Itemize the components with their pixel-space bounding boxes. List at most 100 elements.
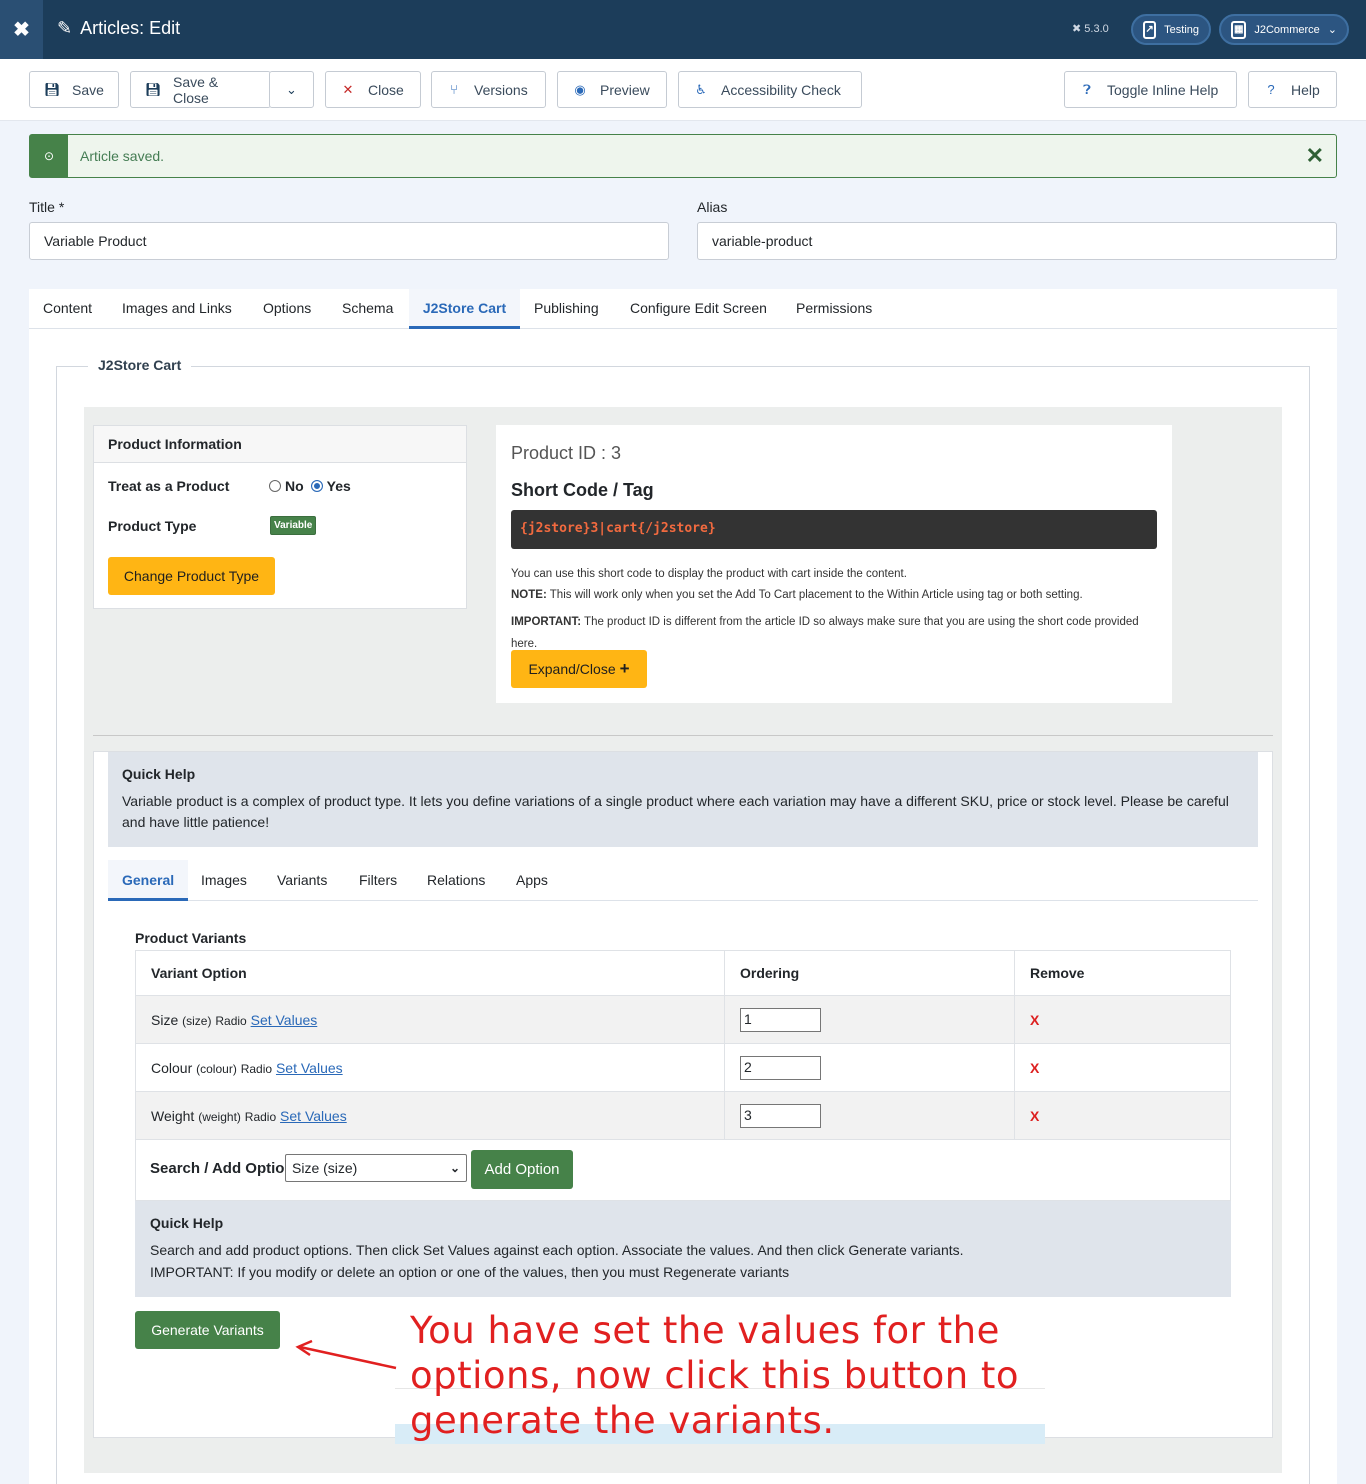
- variant-option-cell: Weight (weight) Radio Set Values: [135, 1091, 725, 1140]
- subtab-variants[interactable]: Variants: [277, 860, 327, 901]
- tab-permissions[interactable]: Permissions: [796, 289, 872, 329]
- variant-option-cell: Colour (colour) Radio Set Values: [135, 1043, 725, 1092]
- save-button[interactable]: 💾︎ Save: [29, 71, 119, 108]
- versions-button[interactable]: ⑂ Versions: [431, 71, 546, 108]
- chevron-down-icon: ⌄: [449, 1161, 460, 1175]
- ordering-input[interactable]: 2: [740, 1055, 821, 1080]
- chevron-down-icon: ⌄: [286, 81, 297, 97]
- subtab-general[interactable]: General: [108, 860, 189, 901]
- remove-option-button[interactable]: X: [1030, 1108, 1039, 1124]
- remove-cell: X: [1014, 995, 1231, 1044]
- toggle-help-label: Toggle Inline Help: [1107, 81, 1219, 98]
- top-header: ✖ ✎ Articles: Edit ✖ 5.3.0 ↗ Testing ▦ J…: [0, 0, 1366, 59]
- treat-as-product-radio-group: No Yes: [269, 478, 351, 494]
- option-type: Radio: [215, 1013, 247, 1028]
- success-alert: ⊙ Article saved. ✕: [29, 134, 1337, 178]
- option-code: (colour): [196, 1061, 237, 1076]
- subtab-apps[interactable]: Apps: [516, 860, 548, 901]
- treat-as-product-label: Treat as a Product: [108, 478, 230, 494]
- remove-cell: X: [1014, 1091, 1231, 1140]
- close-button[interactable]: ✕ Close: [325, 71, 421, 108]
- ordering-cell: 2: [724, 1043, 1015, 1092]
- product-information-heading: Product Information: [94, 426, 466, 463]
- option-select[interactable]: Size (size) ⌄: [285, 1154, 467, 1182]
- set-values-link[interactable]: Set Values: [276, 1060, 343, 1076]
- set-values-link[interactable]: Set Values: [251, 1012, 318, 1028]
- option-code: (size): [182, 1013, 212, 1028]
- set-values-link[interactable]: Set Values: [280, 1108, 347, 1124]
- expand-close-label: Expand/Close: [528, 661, 616, 677]
- quick-help-line-1: Search and add product options. Then cli…: [150, 1242, 964, 1258]
- subtab-images[interactable]: Images: [201, 860, 247, 901]
- product-type-badge: Variable: [270, 516, 317, 535]
- quick-help-title: Quick Help: [122, 766, 196, 782]
- accessibility-check-button[interactable]: ♿︎ Accessibility Check: [678, 71, 862, 108]
- quick-help-variants-box: Quick Help Search and add product option…: [135, 1201, 1231, 1297]
- subtab-relations[interactable]: Relations: [427, 860, 485, 901]
- note-label: NOTE:: [511, 589, 547, 601]
- alert-message: Article saved.: [80, 148, 165, 164]
- remove-cell: X: [1014, 1043, 1231, 1092]
- user-menu-button[interactable]: ▦ J2Commerce ⌄: [1219, 14, 1349, 45]
- variant-option-cell: Size (size) Radio Set Values: [135, 995, 725, 1044]
- shortcode-important: IMPORTANT: The product ID is different f…: [511, 611, 1151, 655]
- remove-option-button[interactable]: X: [1030, 1060, 1039, 1076]
- close-icon: ✕: [342, 81, 354, 97]
- title-label: Title *: [29, 199, 65, 215]
- radio-no-label: No: [285, 478, 304, 494]
- remove-option-button[interactable]: X: [1030, 1012, 1039, 1028]
- joomla-logo-icon[interactable]: ✖: [0, 0, 43, 59]
- fieldset-legend: J2Store Cart: [88, 357, 192, 373]
- tab-options[interactable]: Options: [263, 289, 311, 329]
- page-title: ✎ Articles: Edit: [57, 18, 180, 39]
- shortcode-heading: Short Code / Tag: [511, 480, 654, 500]
- save-label: Save: [72, 81, 104, 98]
- tab-images-links[interactable]: Images and Links: [122, 289, 232, 329]
- question-circle-icon: ❓︎: [1083, 81, 1091, 97]
- variants-table: Variant Option Ordering Remove Size (siz…: [135, 950, 1231, 1140]
- radio-yes[interactable]: [310, 480, 323, 492]
- title-input[interactable]: Variable Product: [29, 222, 669, 260]
- save-close-label: Save & Close: [173, 73, 219, 106]
- accessibility-icon: ♿︎: [695, 81, 707, 97]
- preview-label: Preview: [600, 81, 650, 98]
- radio-no[interactable]: [269, 480, 281, 492]
- version-label: ✖ 5.3.0: [1072, 23, 1109, 35]
- radio-yes-label: Yes: [326, 478, 351, 494]
- help-button[interactable]: ? Help: [1248, 71, 1337, 108]
- alert-close-icon[interactable]: ✕: [1306, 143, 1324, 169]
- preview-button[interactable]: ◉ Preview: [557, 71, 667, 108]
- save-icon: 💾︎: [44, 81, 61, 97]
- ordering-input[interactable]: 1: [740, 1007, 821, 1032]
- testing-site-button[interactable]: ↗ Testing: [1131, 14, 1211, 45]
- add-option-button[interactable]: Add Option: [471, 1150, 573, 1189]
- version-text: 5.3.0: [1084, 23, 1109, 35]
- testing-label: Testing: [1164, 23, 1199, 36]
- save-dropdown-toggle[interactable]: ⌄: [269, 71, 314, 108]
- question-icon: ?: [1267, 82, 1275, 97]
- alias-input[interactable]: variable-product: [697, 222, 1337, 260]
- subtab-filters[interactable]: Filters: [359, 860, 397, 901]
- quick-help-line-2: IMPORTANT: If you modify or delete an op…: [150, 1264, 790, 1280]
- shortcode-code[interactable]: {j2store}3|cart{/j2store}: [511, 510, 1157, 549]
- quick-help-text: Variable product is a complex of product…: [122, 793, 1229, 830]
- option-name: Weight: [151, 1107, 195, 1124]
- tab-content[interactable]: Content: [43, 289, 92, 329]
- tab-schema[interactable]: Schema: [342, 289, 393, 329]
- change-product-type-button[interactable]: Change Product Type: [108, 557, 275, 595]
- alias-label: Alias: [697, 199, 728, 215]
- tab-configure-edit-screen[interactable]: Configure Edit Screen: [630, 289, 767, 329]
- table-row: Weight (weight) Radio Set Values 3 X: [135, 1091, 1231, 1140]
- save-close-button[interactable]: 💾︎ Save & Close: [130, 71, 271, 108]
- note-text: This will work only when you set the Add…: [546, 589, 1083, 601]
- user-name: J2Commerce: [1254, 23, 1320, 36]
- toggle-inline-help-button[interactable]: ❓︎ Toggle Inline Help: [1064, 71, 1237, 108]
- quick-help-variants-title: Quick Help: [150, 1215, 224, 1231]
- tab-publishing[interactable]: Publishing: [534, 289, 599, 329]
- column-variant-option: Variant Option: [135, 950, 725, 996]
- tab-j2store-cart[interactable]: J2Store Cart: [409, 289, 520, 329]
- ordering-input[interactable]: 3: [740, 1103, 821, 1128]
- help-label: Help: [1291, 81, 1320, 98]
- expand-close-button[interactable]: Expand/Close +: [511, 650, 647, 688]
- generate-variants-button[interactable]: Generate Variants: [135, 1311, 280, 1349]
